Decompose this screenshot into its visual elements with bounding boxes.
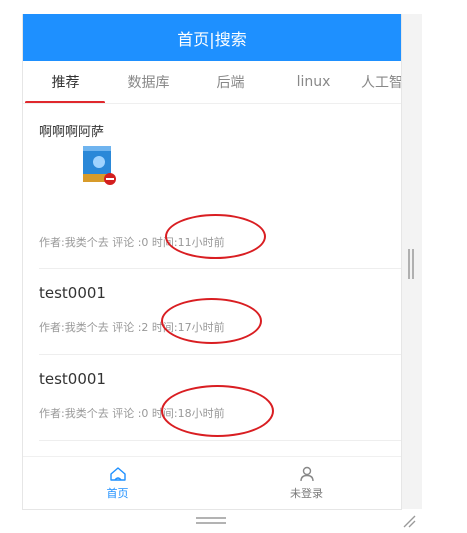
tab-backend[interactable]: 后端: [193, 61, 268, 103]
drag-handle-icon[interactable]: [196, 516, 226, 526]
resize-grip-icon[interactable]: [402, 514, 416, 528]
vertical-resize-handle-icon[interactable]: [407, 249, 415, 279]
post-thumbnail: [83, 146, 116, 185]
page-title: 首页|搜索: [177, 29, 247, 49]
tab-database[interactable]: 数据库: [111, 61, 186, 103]
tabbar-login-label: 未登录: [290, 486, 323, 500]
post-title: test0001: [39, 284, 106, 302]
annotation-circle: [165, 214, 266, 259]
user-icon: [299, 466, 314, 481]
tabbar-login[interactable]: 未登录: [212, 457, 401, 509]
bottom-tabbar: 首页 未登录: [23, 456, 401, 509]
tab-ai[interactable]: 人工智: [353, 61, 401, 103]
post-title: 啊啊啊阿萨: [39, 125, 105, 140]
category-tabs: 推荐 数据库 后端 linux 人工智: [23, 61, 401, 104]
tab-linux[interactable]: linux: [276, 61, 351, 103]
home-icon: [109, 466, 126, 481]
tabbar-home-label: 首页: [106, 486, 129, 500]
navbar: 首页|搜索: [23, 14, 401, 61]
tabbar-home[interactable]: 首页: [23, 457, 212, 509]
annotation-circle: [161, 385, 274, 437]
post-title: test0001: [39, 370, 106, 388]
annotation-circle: [161, 298, 262, 344]
tab-recommend[interactable]: 推荐: [28, 61, 103, 103]
